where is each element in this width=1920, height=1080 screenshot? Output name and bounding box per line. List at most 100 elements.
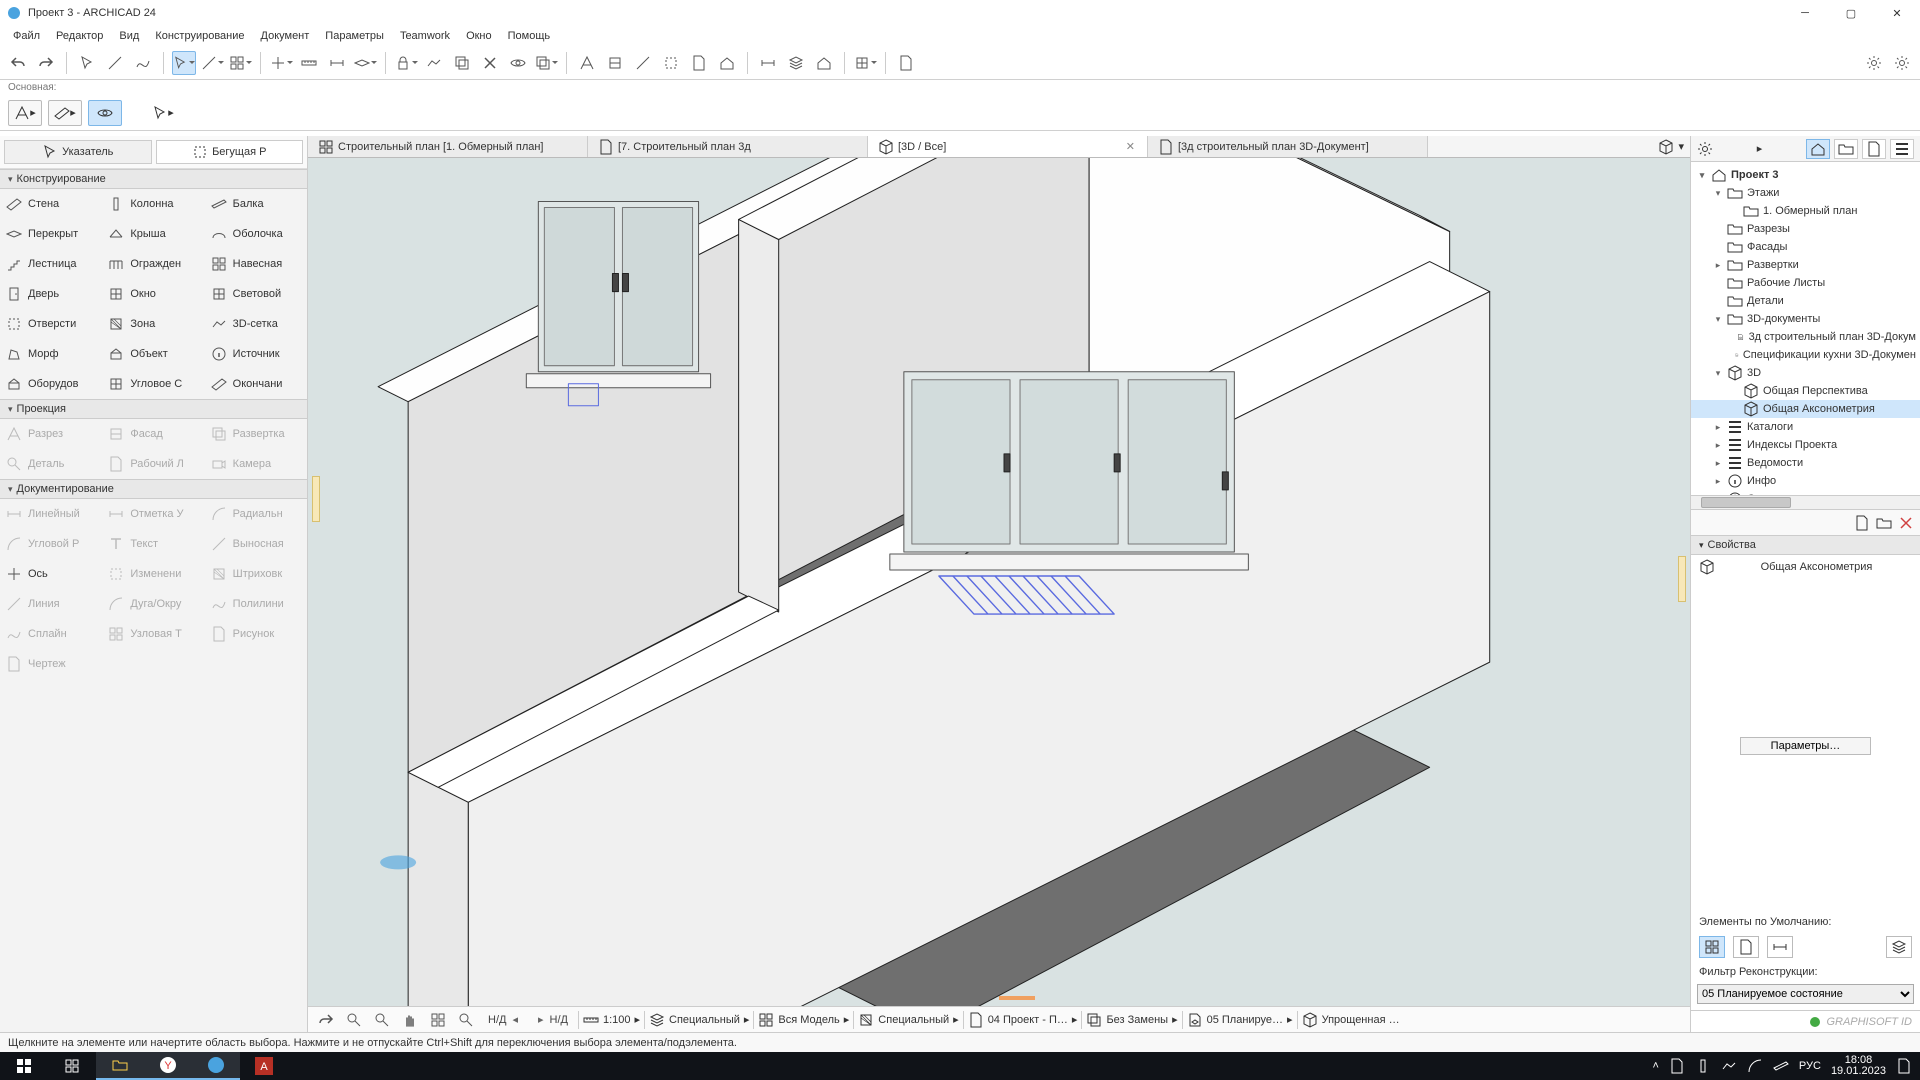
tree-node[interactable]: Общая Аксонометрия — [1691, 400, 1920, 418]
default-3[interactable] — [1767, 936, 1793, 958]
tree-scrollbar[interactable] — [1691, 495, 1920, 509]
tool-Колонна[interactable]: Колонна — [102, 189, 204, 219]
tool-Зона[interactable]: Зона — [102, 309, 204, 339]
tool-3D-сетка[interactable]: 3D-сетка — [205, 309, 307, 339]
tree-node[interactable]: Разрезы — [1691, 220, 1920, 238]
tb-home[interactable] — [812, 51, 836, 75]
tool-Перекрыт[interactable]: Перекрыт — [0, 219, 102, 249]
nav-tab-layouts[interactable] — [1862, 139, 1886, 159]
snap-mode[interactable] — [228, 51, 252, 75]
gravity-button[interactable] — [422, 51, 446, 75]
marquee-tool[interactable]: Бегущая Р — [156, 140, 304, 164]
tool-Навесная[interactable]: Навесная — [205, 249, 307, 279]
tool-Ось[interactable]: Ось — [0, 559, 102, 589]
tray-lang[interactable]: РУС — [1799, 1060, 1821, 1072]
ruler-toggle[interactable] — [297, 51, 321, 75]
tool-Стена[interactable]: Стена — [0, 189, 102, 219]
tb-misc5[interactable] — [687, 51, 711, 75]
tree-node[interactable]: ▸Развертки — [1691, 256, 1920, 274]
tree-node[interactable]: ▾3D-документы — [1691, 310, 1920, 328]
yandex-task[interactable]: Y — [144, 1052, 192, 1080]
default-2[interactable] — [1733, 936, 1759, 958]
menu-редактор[interactable]: Редактор — [49, 28, 110, 44]
shade-combo[interactable]: Упрощенная … — [1322, 1014, 1400, 1026]
tree-node[interactable]: ▸Ведомости — [1691, 454, 1920, 472]
tb-layers[interactable] — [784, 51, 808, 75]
grid-toggle[interactable] — [269, 51, 293, 75]
tree-node[interactable]: Рабочие Листы — [1691, 274, 1920, 292]
cursor-mode[interactable] — [172, 51, 196, 75]
geom-method-2[interactable]: ▸ — [48, 100, 82, 126]
geom-method-1[interactable]: ▸ — [8, 100, 42, 126]
params-button[interactable]: Параметры… — [1740, 737, 1872, 755]
geom-method-4[interactable]: ▸ — [146, 100, 180, 126]
trace-toggle[interactable] — [534, 51, 558, 75]
reno-status[interactable]: 04 Проект - П… — [988, 1014, 1068, 1026]
properties-header[interactable]: Свойства — [1691, 535, 1920, 555]
geom-method-3[interactable] — [88, 100, 122, 126]
nav-tab-publisher[interactable] — [1890, 139, 1914, 159]
tree-node[interactable]: 3д строительный план 3D-Докум — [1691, 328, 1920, 346]
delete-icon[interactable] — [1898, 515, 1914, 531]
measure-button[interactable] — [325, 51, 349, 75]
nav-fwd[interactable]: ▸ — [536, 1013, 546, 1026]
tb-misc4[interactable] — [659, 51, 683, 75]
tool-Источник[interactable]: Источник — [205, 339, 307, 369]
left-handle[interactable] — [312, 476, 320, 522]
tool-Огражден[interactable]: Огражден — [102, 249, 204, 279]
taskview-button[interactable] — [48, 1052, 96, 1080]
tool-Световой[interactable]: Световой — [205, 279, 307, 309]
tree-node[interactable]: Фасады — [1691, 238, 1920, 256]
tab[interactable]: Строительный план [1. Обмерный план] — [308, 136, 588, 157]
tree-node[interactable]: Детали — [1691, 292, 1920, 310]
close-button[interactable]: ✕ — [1874, 0, 1920, 26]
show-hide-button[interactable] — [506, 51, 530, 75]
override-combo[interactable]: Без Замены — [1106, 1014, 1168, 1026]
nav-back[interactable]: ◂ — [510, 1013, 520, 1026]
menu-файл[interactable]: Файл — [6, 28, 47, 44]
default-apply[interactable] — [1886, 936, 1912, 958]
tree-node[interactable]: ▸Инфо — [1691, 472, 1920, 490]
explorer-task[interactable] — [96, 1052, 144, 1080]
graphisoft-id[interactable]: GRAPHISOFT ID — [1691, 1010, 1920, 1032]
tool-Крыша[interactable]: Крыша — [102, 219, 204, 249]
menu-вид[interactable]: Вид — [112, 28, 146, 44]
new-view-icon[interactable] — [1854, 515, 1870, 531]
tb-misc6[interactable] — [715, 51, 739, 75]
tray-volume-icon[interactable] — [1773, 1058, 1789, 1074]
tray-wifi-icon[interactable] — [1747, 1058, 1763, 1074]
explode-button[interactable] — [478, 51, 502, 75]
start-button[interactable] — [0, 1052, 48, 1080]
menu-конструирование[interactable]: Конструирование — [148, 28, 251, 44]
tool-Оборудов[interactable]: Оборудов — [0, 369, 102, 399]
tool-Угловое С[interactable]: Угловое С — [102, 369, 204, 399]
tree-node[interactable]: ▸Каталоги — [1691, 418, 1920, 436]
tool-Отверсти[interactable]: Отверсти — [0, 309, 102, 339]
dropper-button[interactable] — [103, 51, 127, 75]
layer-combo[interactable]: Специальный — [669, 1014, 740, 1026]
zoom-in-icon[interactable] — [370, 1008, 394, 1032]
tb-window[interactable] — [853, 51, 877, 75]
toolgroup-Документирование[interactable]: Документирование — [0, 479, 307, 499]
pick-button[interactable] — [75, 51, 99, 75]
nav-tab-views[interactable] — [1834, 139, 1858, 159]
tree-node[interactable]: ▾3D — [1691, 364, 1920, 382]
tool-Объект[interactable]: Объект — [102, 339, 204, 369]
favorites-button[interactable] — [1890, 51, 1914, 75]
tab[interactable]: [3д строительный план 3D-Документ] — [1148, 136, 1428, 157]
zoom-out-icon[interactable] — [342, 1008, 366, 1032]
nav-tab-project[interactable] — [1806, 139, 1830, 159]
tree-node[interactable]: Общая Перспектива — [1691, 382, 1920, 400]
archicad-task[interactable] — [192, 1052, 240, 1080]
gfx-override[interactable]: Специальный — [878, 1014, 949, 1026]
orbit-button[interactable] — [314, 1008, 338, 1032]
tray-battery-icon[interactable] — [1669, 1058, 1685, 1074]
acrobat-task[interactable]: A — [240, 1052, 288, 1080]
fit-button[interactable] — [426, 1008, 450, 1032]
tray-chevron-icon[interactable]: ˄ — [1652, 1060, 1658, 1072]
redo-button[interactable] — [34, 51, 58, 75]
pointer-tool[interactable]: Указатель — [4, 140, 152, 164]
tb-misc2[interactable] — [603, 51, 627, 75]
right-handle[interactable] — [1678, 556, 1686, 602]
tree-node[interactable]: Спецификации кухни 3D-Докумен — [1691, 346, 1920, 364]
